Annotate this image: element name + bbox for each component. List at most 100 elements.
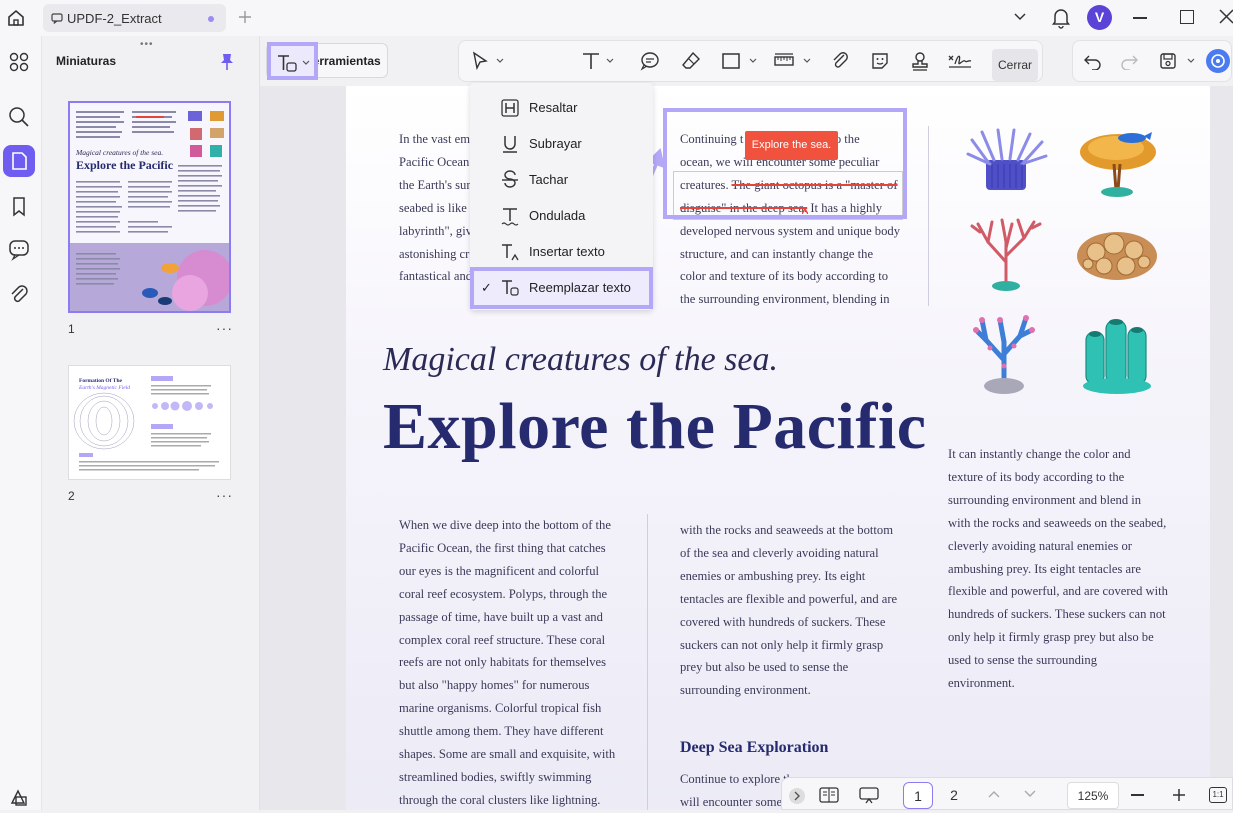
save-icon[interactable] [1158,51,1178,71]
replace-text-highlight-frame [663,108,907,219]
rail-grid-button[interactable] [3,46,35,78]
text-line: will encounter some [680,794,783,809]
text-line: Pacific Ocean, the first thing that catc… [399,540,606,555]
signature-icon[interactable] [947,50,972,72]
sticker-icon[interactable] [869,50,891,72]
text-line: streamlined bodies, swiftly swimming [399,769,592,784]
chevron-down-icon[interactable] [1013,12,1027,22]
close-icon[interactable] [1219,9,1233,24]
underline-icon [500,134,520,154]
thumbnail-1-preview: Magical creatures of the sea. Explore th… [70,103,229,311]
menu-item-tachar[interactable]: Tachar [470,162,653,198]
chevron-down-icon [302,60,310,66]
red-coral-image [968,212,1044,296]
page-thumbnail-1[interactable]: Magical creatures of the sea. Explore th… [68,101,231,313]
undo-icon[interactable] [1083,52,1103,70]
minimize-icon[interactable] [1133,17,1147,19]
text-line: environment. [948,676,1015,691]
text-line: passage of time, have built up a vast an… [399,609,603,624]
chevron-down-icon[interactable] [606,58,614,64]
collapse-arrow-icon[interactable] [789,788,805,804]
rail-comments-button[interactable] [3,233,35,265]
svg-text:Magical creatures of the sea.: Magical creatures of the sea. [75,148,163,157]
thumbnail-2-more-button[interactable]: ··· [216,487,233,503]
menu-item-label: Tachar [529,172,569,187]
stamp-icon[interactable] [909,50,931,72]
thumbnail-2-preview: Formation Of The Earth's Magnetic Field [69,366,230,479]
measure-ruler-icon[interactable] [773,50,795,72]
rail-attachment-button[interactable] [3,279,35,311]
eraser-icon[interactable] [680,50,702,72]
chevron-down-icon[interactable] [803,58,811,64]
text-line: astonishing cr [399,246,470,261]
chevron-down-icon[interactable] [1187,58,1195,64]
menu-item-resaltar[interactable]: Resaltar [470,90,653,126]
home-icon[interactable] [6,8,26,28]
reading-mode-icon[interactable] [818,786,840,804]
menu-item-ondulada[interactable]: Ondulada [470,198,653,234]
actual-size-button[interactable]: 1:1 [1209,787,1227,803]
menu-item-subrayar[interactable]: Subrayar [470,126,653,162]
chevron-down-icon[interactable] [496,58,504,64]
drag-handle-icon[interactable]: ••• [140,39,154,50]
comment-note-icon[interactable] [639,50,661,72]
page-1-button[interactable]: 1 [903,782,933,809]
menu-item-reemplazar-texto[interactable]: ✓ Reemplazar texto [470,270,653,306]
bell-icon[interactable] [1051,7,1071,29]
select-arrow-icon[interactable] [469,50,491,72]
new-tab-plus-icon[interactable] [238,10,252,24]
text-markup-dropdown: Resaltar Subrayar Tachar Ondulada Insert… [470,83,653,310]
page-navigation-bar: 1 2 125% 1:1 [781,777,1233,810]
text-tool-icon[interactable] [580,50,602,72]
text-line: marine organisms. Colorful tropical fish [399,701,602,716]
markup-tool-group: Cerrar [458,40,1043,82]
replacement-text-note[interactable]: Explore the sea. [745,131,838,160]
document-viewport: In the vast em Pacific Ocean the Earth's… [260,86,1233,810]
ai-assistant-button[interactable] [1206,49,1230,73]
menu-item-label: Ondulada [529,208,586,223]
next-page-icon[interactable] [1023,789,1037,799]
text-line: enemies or ambushing prey. Its eight [680,568,866,583]
annotation-toolbar: Herramientas Cerrar [260,36,1233,86]
maximize-icon[interactable] [1180,10,1194,24]
strikethrough-icon [500,170,520,190]
pin-icon[interactable] [220,53,234,71]
replace-text-tool-button[interactable] [267,42,318,80]
zoom-level[interactable]: 125% [1067,782,1119,809]
text-line: covered with hundreds of suckers. These [680,614,886,629]
text-line: surrounding environment. [680,683,811,698]
thumbnail-1-more-button[interactable]: ··· [216,320,233,336]
rail-settings-button[interactable] [3,781,35,813]
text-line: It can instantly change the color and [948,447,1131,461]
document-tab[interactable]: UPDF-2_Extract [43,4,226,32]
unsaved-dot-icon [208,16,214,22]
menu-item-insertar-texto[interactable]: Insertar texto [470,234,653,270]
previous-page-icon[interactable] [987,789,1001,799]
rail-thumbnails-button[interactable] [3,145,35,177]
page-2-button[interactable]: 2 [939,782,969,809]
zoom-in-icon[interactable] [1172,788,1186,802]
close-toolbar-button[interactable]: Cerrar [992,49,1038,81]
text-line: through the coral clusters like lightnin… [399,792,601,807]
text-line: coral reef ecosystem. Polyps, through th… [399,586,608,601]
thumbnail-1-number: 1 [68,322,75,336]
paperclip-icon [11,285,28,303]
page-thumbnail-2[interactable]: Formation Of The Earth's Magnetic Field [68,365,231,480]
zoom-out-icon[interactable] [1131,794,1144,796]
text-line: of the sea and cleverly avoiding natural [680,545,879,560]
chevron-down-icon[interactable] [749,58,757,64]
column-3-text: It can instantly change the color and te… [948,443,1168,695]
rectangle-shape-icon[interactable] [720,50,742,72]
attachment-icon[interactable] [829,50,851,72]
rail-search-button[interactable] [3,101,35,133]
layers-icon [10,789,27,806]
tab-title: UPDF-2_Extract [67,11,162,26]
purple-anemone-image [964,126,1048,196]
user-avatar[interactable]: V [1087,5,1112,30]
thumbnails-panel: ••• Miniaturas Magical creatures of the … [42,36,260,810]
rail-bookmark-button[interactable] [3,190,35,222]
presentation-icon[interactable] [858,786,880,804]
redo-icon[interactable] [1119,52,1139,70]
text-line: developed nervous system and unique body [680,223,900,238]
text-line: prey but also be used to sense the [680,660,849,675]
